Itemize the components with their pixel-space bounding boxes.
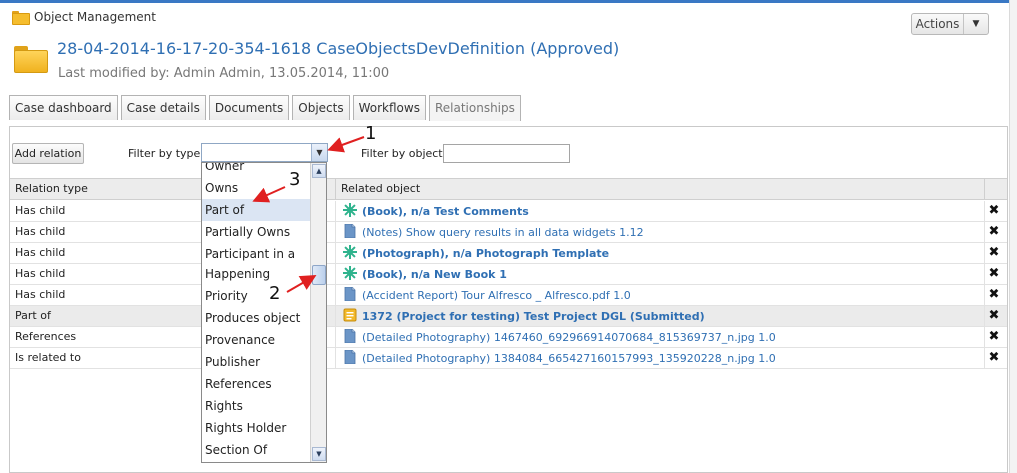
tab-bar: Case dashboard Case details Documents Ob… bbox=[9, 95, 521, 121]
actions-label: Actions bbox=[912, 14, 964, 34]
document-icon bbox=[343, 349, 357, 367]
dropdown-option[interactable]: Part of bbox=[202, 199, 311, 221]
book-icon bbox=[343, 202, 357, 220]
related-object-link[interactable]: (Notes) Show query results in all data w… bbox=[362, 226, 644, 239]
relation-type-cell: Is related to bbox=[15, 351, 81, 364]
table-header: Relation type Related object bbox=[10, 178, 1007, 200]
top-accent-bar bbox=[0, 0, 1017, 3]
breadcrumb-label: Object Management bbox=[34, 10, 156, 24]
delete-icon[interactable]: ✖ bbox=[988, 330, 1000, 344]
annotation-label-2: 2 bbox=[269, 283, 281, 304]
related-object-cell: (Detailed Photography) 1467460_692966914… bbox=[343, 327, 776, 347]
book-icon bbox=[343, 244, 357, 262]
dropdown-option[interactable]: Series bbox=[202, 461, 311, 462]
tab-objects[interactable]: Objects bbox=[292, 95, 350, 120]
header-relation-type[interactable]: Relation type bbox=[15, 179, 88, 199]
table-row[interactable]: Is related to (Detailed Photography) 1384… bbox=[10, 348, 1007, 369]
dropdown-option[interactable]: Publisher bbox=[202, 351, 311, 373]
book-icon bbox=[343, 265, 357, 283]
dropdown-option[interactable]: Rights Holder bbox=[202, 417, 311, 439]
delete-icon[interactable]: ✖ bbox=[988, 351, 1000, 365]
case-icon bbox=[343, 308, 357, 325]
dropdown-option[interactable]: Produces object bbox=[202, 307, 311, 329]
type-dropdown-list[interactable]: Owner Owns Part of Partially Owns Participan… bbox=[201, 162, 327, 463]
relation-type-cell: Has child bbox=[15, 225, 66, 238]
relation-type-cell: References bbox=[15, 330, 77, 343]
filter-object-label: Filter by object: bbox=[361, 147, 447, 160]
related-object-cell: 1372 (Project for testing) Test Project … bbox=[343, 306, 705, 326]
page-title: 28-04-2014-16-17-20-354-1618 CaseObjects… bbox=[57, 39, 620, 58]
relation-type-cell: Part of bbox=[15, 309, 51, 322]
related-object-cell: (Book), n/a Test Comments bbox=[343, 201, 529, 221]
related-object-cell: (Notes) Show query results in all data w… bbox=[343, 222, 644, 242]
related-object-cell: (Detailed Photography) 1384084_665427160… bbox=[343, 348, 776, 368]
delete-icon[interactable]: ✖ bbox=[988, 246, 1000, 260]
table-row[interactable]: References (Detailed Photography) 1467460… bbox=[10, 327, 1007, 348]
tab-documents[interactable]: Documents bbox=[208, 95, 290, 120]
chevron-down-icon: ▼ bbox=[972, 19, 980, 29]
scrollbar-thumb[interactable] bbox=[312, 265, 326, 285]
scroll-down-icon[interactable]: ▼ bbox=[312, 447, 326, 461]
dropdown-option[interactable]: Partially Owns bbox=[202, 221, 311, 243]
document-icon bbox=[343, 286, 357, 304]
filter-object-input[interactable] bbox=[443, 144, 570, 163]
dropdown-option[interactable]: Priority bbox=[202, 285, 311, 307]
table-row[interactable]: Has child (Book), n/a Test Comments ✖ bbox=[10, 201, 1007, 222]
delete-icon[interactable]: ✖ bbox=[988, 204, 1000, 218]
annotation-label-3: 3 bbox=[289, 169, 301, 190]
delete-icon[interactable]: ✖ bbox=[988, 267, 1000, 281]
chevron-down-icon[interactable]: ▼ bbox=[311, 144, 327, 161]
dropdown-options: Owner Owns Part of Partially Owns Participan… bbox=[202, 163, 311, 462]
relation-type-cell: Has child bbox=[15, 267, 66, 280]
tab-relationships[interactable]: Relationships bbox=[428, 95, 521, 121]
dropdown-option[interactable]: Participant in a Happening bbox=[202, 243, 311, 285]
add-relation-button[interactable]: Add relation bbox=[12, 143, 84, 164]
related-object-link[interactable]: (Detailed Photography) 1467460_692966914… bbox=[362, 331, 776, 344]
related-object-cell: (Photograph), n/a Photograph Template bbox=[343, 243, 609, 263]
delete-icon[interactable]: ✖ bbox=[988, 309, 1000, 323]
related-object-link[interactable]: (Book), n/a Test Comments bbox=[362, 205, 529, 218]
last-modified: Last modified by: Admin Admin, 13.05.201… bbox=[58, 66, 390, 81]
actions-button[interactable]: Actions ▼ bbox=[911, 13, 989, 35]
related-object-link[interactable]: (Accident Report) Tour Alfresco _ Alfres… bbox=[362, 289, 631, 302]
relation-type-cell: Has child bbox=[15, 246, 66, 259]
tab-case-dashboard[interactable]: Case dashboard bbox=[9, 95, 118, 120]
window-edge bbox=[1009, 0, 1017, 473]
table-row[interactable]: Has child (Book), n/a New Book 1 ✖ bbox=[10, 264, 1007, 285]
delete-icon[interactable]: ✖ bbox=[988, 225, 1000, 239]
scroll-up-icon[interactable]: ▲ bbox=[312, 164, 326, 178]
relation-type-cell: Has child bbox=[15, 288, 66, 301]
dropdown-scrollbar[interactable]: ▲ ▼ bbox=[310, 163, 326, 462]
related-object-link[interactable]: 1372 (Project for testing) Test Project … bbox=[362, 310, 705, 323]
related-object-link[interactable]: (Photograph), n/a Photograph Template bbox=[362, 247, 609, 260]
table-row[interactable]: Has child (Photograph), n/a Photograph Te… bbox=[10, 243, 1007, 264]
document-icon bbox=[343, 328, 357, 346]
dropdown-option[interactable]: Provenance bbox=[202, 329, 311, 351]
tab-workflows[interactable]: Workflows bbox=[352, 95, 426, 120]
breadcrumb: Object Management bbox=[12, 10, 156, 25]
filter-type-select[interactable]: ▼ bbox=[201, 143, 328, 162]
related-object-cell: (Book), n/a New Book 1 bbox=[343, 264, 507, 284]
table-row[interactable]: Has child (Accident Report) Tour Alfresco… bbox=[10, 285, 1007, 306]
dropdown-option[interactable]: Rights bbox=[202, 395, 311, 417]
annotation-label-1: 1 bbox=[365, 123, 377, 144]
filter-type-label: Filter by type: bbox=[128, 147, 205, 160]
header-related-object[interactable]: Related object bbox=[341, 179, 420, 199]
folder-icon bbox=[12, 11, 30, 25]
document-icon bbox=[343, 223, 357, 241]
case-folder-icon bbox=[14, 46, 48, 73]
dropdown-option[interactable]: Section Of bbox=[202, 439, 311, 461]
related-object-link[interactable]: (Detailed Photography) 1384084_665427160… bbox=[362, 352, 776, 365]
table-row[interactable]: Part of 1372 (Project for testing) Test P… bbox=[10, 306, 1007, 327]
related-object-link[interactable]: (Book), n/a New Book 1 bbox=[362, 268, 507, 281]
relation-type-cell: Has child bbox=[15, 204, 66, 217]
delete-icon[interactable]: ✖ bbox=[988, 288, 1000, 302]
related-object-cell: (Accident Report) Tour Alfresco _ Alfres… bbox=[343, 285, 631, 305]
table-row[interactable]: Has child (Notes) Show query results in a… bbox=[10, 222, 1007, 243]
dropdown-option[interactable]: References bbox=[202, 373, 311, 395]
tab-case-details[interactable]: Case details bbox=[120, 95, 206, 120]
